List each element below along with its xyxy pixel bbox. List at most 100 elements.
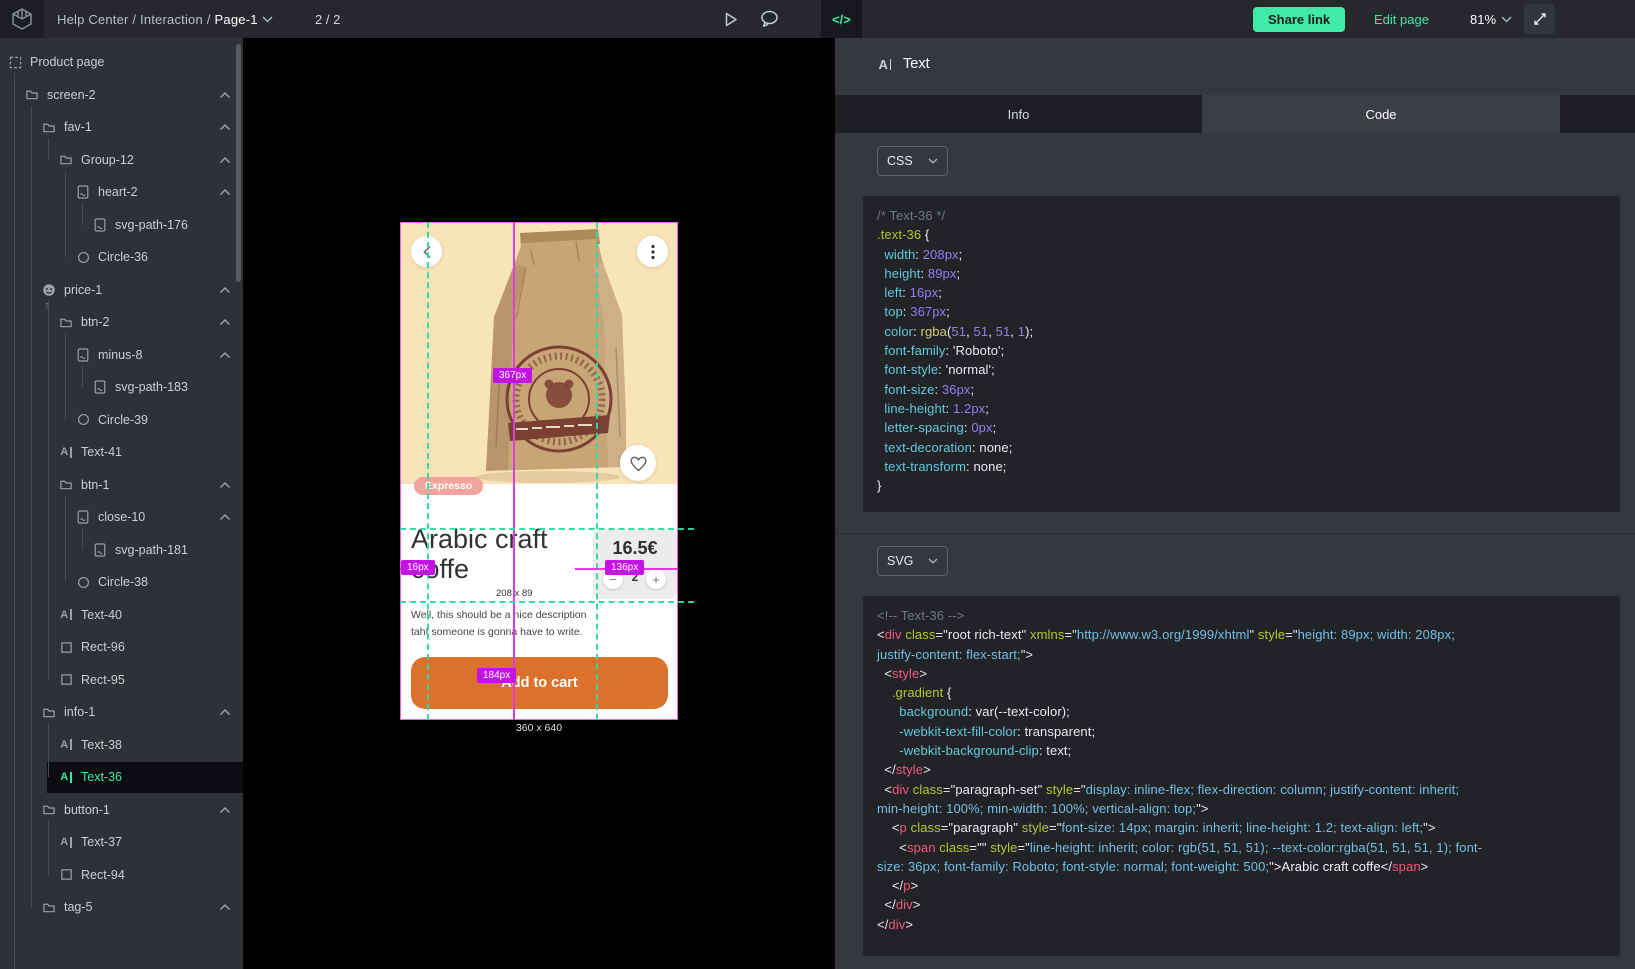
collapse-chevron-icon[interactable] <box>219 510 231 524</box>
tree-item-text-37[interactable]: AText-37 <box>0 826 243 859</box>
css-code-block[interactable]: /* Text-36 */.text-36 { width: 208px; he… <box>863 196 1620 512</box>
add-to-cart-button[interactable]: Add to cart <box>411 657 668 709</box>
tree-connector-line <box>31 106 32 908</box>
svg-format-dropdown[interactable]: SVG <box>877 546 948 576</box>
tree-item-btn-1[interactable]: btn-1 <box>0 469 243 502</box>
collapse-chevron-icon[interactable] <box>219 185 231 199</box>
folder-icon <box>59 478 73 492</box>
collapse-chevron-icon[interactable] <box>219 705 231 719</box>
app-window: Help Center / Interaction / Page-1 2 / 2… <box>0 0 1635 969</box>
tree-item-circle-39[interactable]: Circle-39 <box>0 404 243 437</box>
device-frame[interactable]: Expresso Arabic craft coffe 208 x 89 16.… <box>400 222 678 720</box>
play-icon <box>723 11 739 28</box>
guide-horizontal-teal-bottom <box>400 601 694 603</box>
tree-item-price-1[interactable]: price-1 <box>0 274 243 307</box>
tree-item-svg-path-181[interactable]: svg-path-181 <box>0 534 243 567</box>
category-tag[interactable]: Expresso <box>414 477 483 495</box>
description-line1: Well, this should be a nice description <box>411 607 587 624</box>
comment-button[interactable] <box>750 0 788 38</box>
code-line: size: 36px; font-family: Roboto; font-st… <box>877 859 1606 878</box>
tree-item-text-41[interactable]: AText-41 <box>0 436 243 469</box>
chevron-down-icon <box>928 158 938 164</box>
frame-size-label: 360 x 640 <box>400 722 678 734</box>
tree-item-circle-38[interactable]: Circle-38 <box>0 566 243 599</box>
tree-item-label: info-1 <box>64 705 95 719</box>
fullscreen-button[interactable] <box>1524 4 1555 34</box>
tree-item-heart-2[interactable]: heart-2 <box>0 176 243 209</box>
code-line: font-size: 36px; <box>877 382 1606 401</box>
text-icon: A <box>59 835 73 849</box>
tree-item-product page[interactable]: Product page <box>0 46 243 79</box>
collapse-chevron-icon[interactable] <box>219 348 231 362</box>
interaction-source-arrow-icon: ↑ <box>44 298 50 312</box>
tree-item-fav-1[interactable]: fav-1 <box>0 111 243 144</box>
tree-item-rect-95[interactable]: Rect-95 <box>0 664 243 697</box>
collapse-chevron-icon[interactable] <box>219 478 231 492</box>
sidebar-scrollbar[interactable] <box>236 44 241 282</box>
text-icon: A <box>59 738 73 752</box>
tree-connector-line <box>82 366 83 388</box>
tree-item-screen-2[interactable]: screen-2 <box>0 79 243 112</box>
collapse-chevron-icon[interactable] <box>219 803 231 817</box>
code-line: justify-content: flex-start;"> <box>877 647 1606 666</box>
tree-item-text-36[interactable]: AText-36 <box>0 761 243 794</box>
collapse-chevron-icon[interactable] <box>219 900 231 914</box>
frame-icon <box>8 55 22 69</box>
tree-item-label: Text-41 <box>81 445 122 459</box>
collapse-chevron-icon[interactable] <box>219 153 231 167</box>
tree-item-group-12[interactable]: Group-12 <box>0 144 243 177</box>
breadcrumb[interactable]: Help Center / Interaction / Page-1 <box>57 0 273 38</box>
tree-item-info-1[interactable]: info-1 <box>0 696 243 729</box>
guide-vertical-magenta <box>513 222 515 720</box>
svg-code-block[interactable]: <!-- Text-36 --><div class="root rich-te… <box>863 596 1620 956</box>
code-line: </p> <box>877 878 1606 897</box>
svg-icon <box>93 543 107 557</box>
tree-item-label: Circle-38 <box>98 575 148 589</box>
product-title[interactable]: Arabic craft coffe <box>411 524 576 584</box>
collapse-chevron-icon[interactable] <box>219 120 231 134</box>
code-line: /* Text-36 */ <box>877 208 1606 227</box>
tree-item-text-40[interactable]: AText-40 <box>0 599 243 632</box>
tab-info[interactable]: Info <box>835 95 1202 133</box>
tab-code[interactable]: Code <box>1202 95 1560 133</box>
tree-item-button-1[interactable]: button-1 <box>0 794 243 827</box>
tree-item-minus-8[interactable]: minus-8 <box>0 339 243 372</box>
collapse-chevron-icon[interactable] <box>219 315 231 329</box>
edit-page-link[interactable]: Edit page <box>1374 0 1429 38</box>
tree-item-tag-5[interactable]: tag-5 <box>0 891 243 924</box>
code-line: background: var(--text-color); <box>877 704 1606 723</box>
favorite-button[interactable] <box>620 445 656 481</box>
quantity-plus-button[interactable]: + <box>646 569 666 589</box>
canvas[interactable]: Expresso Arabic craft coffe 208 x 89 16.… <box>243 38 835 969</box>
share-link-button[interactable]: Share link <box>1253 7 1345 32</box>
tree-item-text-38[interactable]: AText-38 <box>0 729 243 762</box>
code-line: <p class="paragraph" style="font-size: 1… <box>877 820 1606 839</box>
app-logo[interactable] <box>0 0 44 38</box>
tree-item-rect-96[interactable]: Rect-96 <box>0 631 243 664</box>
zoom-control[interactable]: 81% <box>1470 0 1512 38</box>
css-format-dropdown[interactable]: CSS <box>877 146 948 176</box>
folder-icon <box>59 153 73 167</box>
css-dropdown-value: CSS <box>887 154 913 168</box>
tree-item-label: svg-path-183 <box>115 380 188 394</box>
tree-item-btn-2[interactable]: btn-2 <box>0 306 243 339</box>
more-menu-button[interactable] <box>637 236 668 267</box>
code-view-button[interactable]: </> <box>821 0 862 38</box>
tree-item-svg-path-176[interactable]: svg-path-176 <box>0 209 243 242</box>
tree-item-rect-94[interactable]: Rect-94 <box>0 859 243 892</box>
code-line: <!-- Text-36 --> <box>877 608 1606 627</box>
tree-connector-line <box>82 203 83 225</box>
tree-item-circle-36[interactable]: Circle-36 <box>0 241 243 274</box>
play-button[interactable] <box>712 0 750 38</box>
tree-item-svg-path-183[interactable]: svg-path-183 <box>0 371 243 404</box>
folder-icon <box>25 88 39 102</box>
tree-connector-line <box>14 73 15 969</box>
folder-icon <box>42 900 56 914</box>
tree-item-label: Product page <box>30 55 104 69</box>
zoom-level: 81% <box>1470 12 1496 27</box>
collapse-chevron-icon[interactable] <box>219 283 231 297</box>
top-bar: Help Center / Interaction / Page-1 2 / 2… <box>0 0 1635 38</box>
tree-item-close-10[interactable]: close-10 <box>0 501 243 534</box>
code-line: font-style: 'normal'; <box>877 362 1606 381</box>
collapse-chevron-icon[interactable] <box>219 88 231 102</box>
